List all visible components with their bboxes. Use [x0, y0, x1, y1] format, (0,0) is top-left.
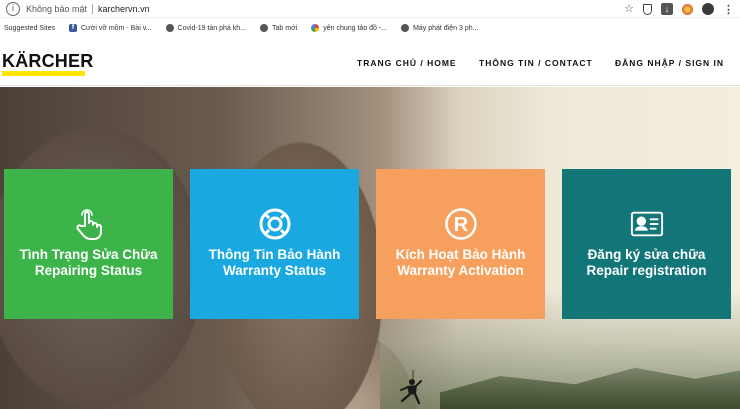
- bookmark-item[interactable]: yên chung tảo đồ -...: [311, 24, 387, 32]
- registered-icon: R: [444, 207, 478, 241]
- bookmark-label: Cười vỡ mồm - Bài v...: [80, 24, 152, 32]
- globe-icon: [165, 24, 174, 32]
- tile-title-en: Warranty Activation: [397, 263, 524, 278]
- pointer-hand-icon: [72, 207, 106, 241]
- facebook-icon: f: [68, 24, 77, 32]
- svg-text:R: R: [453, 214, 468, 236]
- logo-underline: [2, 71, 85, 76]
- repair-registration-tile[interactable]: Đăng ký sửa chữa Repair registration: [562, 169, 731, 319]
- climber-figure: [400, 370, 422, 405]
- warranty-activation-tile[interactable]: R Kích Hoạt Bảo Hành Warranty Activation: [376, 169, 545, 319]
- bookmarks-bar: Suggested Sites f Cười vỡ mồm - Bài v... …: [0, 19, 740, 37]
- site-header: KÄRCHER TRANG CHỦ / HOME THÔNG TIN / CON…: [0, 38, 740, 86]
- globe-icon: [260, 24, 269, 32]
- security-label: Không bảo mật: [26, 3, 88, 14]
- bookmark-label: Covid-19 tàn phá kh...: [177, 24, 247, 32]
- bookmark-label: Suggested Sites: [4, 24, 55, 32]
- lifebuoy-icon: [258, 207, 292, 241]
- bookmark-suggested-sites[interactable]: Suggested Sites: [4, 25, 55, 32]
- tile-title-vi: Đăng ký sửa chữa: [587, 247, 706, 262]
- hero-background: Tình Trạng Sửa Chữa Repairing Status Thô…: [0, 87, 740, 409]
- nav-contact-link[interactable]: THÔNG TIN / CONTACT: [479, 58, 593, 68]
- bookmark-label: Máy phát điện 3 ph...: [413, 24, 479, 32]
- bookmark-label: yên chung tảo đồ -...: [323, 24, 388, 32]
- bookmark-label: Tab mới: [272, 24, 298, 32]
- tile-title-en: Repair registration: [586, 263, 707, 278]
- tile-title-vi: Kích Hoạt Bảo Hành: [395, 247, 526, 262]
- bookmark-item[interactable]: Tab mới: [260, 24, 297, 32]
- tile-title-vi: Tình Trạng Sửa Chữa: [19, 247, 158, 262]
- warranty-status-tile[interactable]: Thông Tin Bảo Hành Warranty Status: [190, 169, 359, 319]
- info-icon[interactable]: i: [6, 1, 20, 16]
- bookmark-item[interactable]: Covid-19 tàn phá kh...: [165, 24, 247, 32]
- url-text[interactable]: karchervn.vn: [98, 4, 150, 14]
- nav-home-link[interactable]: TRANG CHỦ / HOME: [357, 58, 457, 68]
- repair-status-tile[interactable]: Tình Trạng Sửa Chữa Repairing Status: [4, 169, 173, 319]
- avatar[interactable]: [702, 3, 714, 15]
- tile-title-en: Repairing Status: [34, 263, 143, 278]
- star-icon[interactable]: ☆: [624, 3, 634, 15]
- menu-icon[interactable]: ⋮: [723, 3, 734, 16]
- shield-icon[interactable]: [643, 3, 652, 15]
- address-divider: [92, 3, 94, 14]
- browser-toolbar: ☆ ↓ ⋮: [624, 0, 740, 18]
- tile-title-vi: Thông Tin Bảo Hành: [208, 247, 341, 262]
- karcher-logo[interactable]: KÄRCHER: [2, 51, 93, 72]
- google-icon: [311, 24, 320, 32]
- id-card-icon: [630, 207, 664, 241]
- browser-address-bar[interactable]: i Không bảo mật karchervn.vn ☆ ↓ ⋮: [0, 0, 740, 18]
- download-icon[interactable]: ↓: [661, 3, 673, 15]
- nav-signin-link[interactable]: ĐĂNG NHẬP / SIGN IN: [615, 58, 724, 68]
- extension-icon[interactable]: [682, 3, 693, 15]
- bookmark-item[interactable]: Máy phát điện 3 ph...: [401, 24, 478, 32]
- tile-title-en: Warranty Status: [222, 263, 327, 278]
- globe-icon: [401, 24, 410, 32]
- bookmark-item[interactable]: f Cười vỡ mồm - Bài v...: [68, 24, 152, 32]
